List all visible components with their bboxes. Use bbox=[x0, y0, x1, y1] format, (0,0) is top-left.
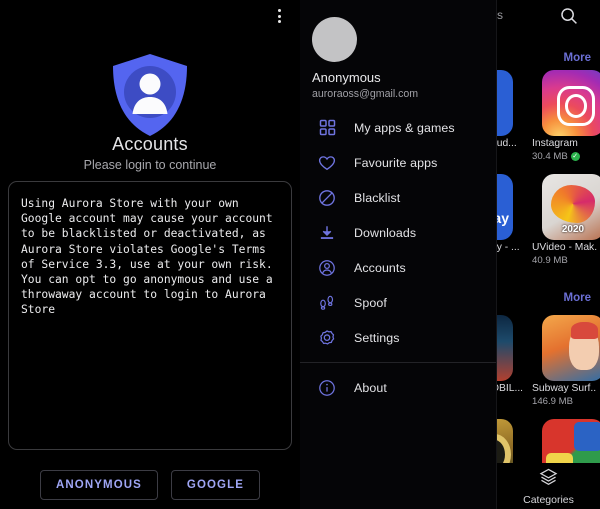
avatar[interactable] bbox=[312, 17, 357, 62]
drawer-divider bbox=[300, 362, 496, 363]
drawer-item-label: About bbox=[354, 380, 387, 395]
bottom-nav-categories[interactable]: Categories bbox=[497, 463, 600, 509]
app-art-text: ay bbox=[497, 210, 509, 226]
drawer-item-label: Blacklist bbox=[354, 190, 401, 205]
store-topbar-title: s bbox=[497, 8, 503, 22]
app-art-text: 2020 bbox=[561, 224, 585, 235]
anonymous-button[interactable]: ANONYMOUS bbox=[39, 470, 158, 500]
app-icon[interactable]: 2020 bbox=[542, 174, 600, 240]
app-size: 40.9 MB bbox=[532, 255, 597, 266]
drawer-item-label: Accounts bbox=[354, 260, 406, 275]
drawer-item-my-apps-games[interactable]: My apps & games bbox=[300, 110, 496, 145]
navigation-drawer: Anonymous auroraoss@gmail.com My apps & … bbox=[300, 0, 497, 509]
app-meta: Subway Surf.. 146.9 MB bbox=[532, 383, 596, 407]
accounts-login-panel: Accounts Please login to continue Using … bbox=[0, 0, 300, 509]
app-icon[interactable]: ay bbox=[497, 174, 513, 240]
drawer-item-accounts[interactable]: Accounts bbox=[300, 250, 496, 285]
drawer-item-label: Spoof bbox=[354, 295, 387, 310]
drawer-item-downloads[interactable]: Downloads bbox=[300, 215, 496, 250]
bottom-nav-label: Categories bbox=[523, 493, 574, 506]
drawer-item-favourite-apps[interactable]: Favourite apps bbox=[300, 145, 496, 180]
app-size-label: 30.4 MB bbox=[532, 151, 568, 162]
drawer-menu: My apps & games Favourite apps Blacklist… bbox=[300, 110, 496, 405]
more-link[interactable]: More bbox=[564, 52, 591, 64]
overflow-dot bbox=[277, 14, 281, 18]
more-link[interactable]: More bbox=[564, 292, 591, 304]
app-icon[interactable] bbox=[497, 315, 513, 381]
app-size-label: 40.9 MB bbox=[532, 255, 568, 266]
drawer-item-label: Settings bbox=[354, 330, 400, 345]
login-actions: ANONYMOUS GOOGLE bbox=[0, 470, 300, 500]
drawer-item-spoof[interactable]: Spoof bbox=[300, 285, 496, 320]
warning-text: Using Aurora Store with your own Google … bbox=[21, 197, 280, 317]
google-button[interactable]: GOOGLE bbox=[170, 470, 260, 500]
search-icon[interactable] bbox=[559, 6, 579, 26]
app-icon[interactable] bbox=[497, 70, 513, 136]
app-size: 30.4 MB ✓ bbox=[532, 151, 580, 162]
download-icon bbox=[316, 222, 338, 244]
layers-categories-icon bbox=[539, 467, 558, 491]
app-name: Subway Surf.. bbox=[532, 383, 597, 394]
store-content-panel: s More oud... Instagram bbox=[497, 0, 600, 509]
app-meta: UVideo - Mak. 40.9 MB bbox=[532, 242, 597, 266]
store-topbar: s bbox=[497, 0, 600, 32]
app-name: UVideo - Mak. bbox=[532, 242, 598, 253]
login-subtitle: Please login to continue bbox=[83, 158, 217, 172]
app-row: OBIL... Subway Surf.. 146.9 MB bbox=[497, 315, 600, 419]
account-circle-icon bbox=[316, 257, 338, 279]
app-name: Instagram bbox=[532, 138, 578, 149]
drawer-item-blacklist[interactable]: Blacklist bbox=[300, 180, 496, 215]
block-circle-icon bbox=[316, 187, 338, 209]
more-vertical-icon[interactable] bbox=[267, 3, 291, 29]
app-name: OBIL... bbox=[497, 383, 524, 394]
app-row: ay 2020 ay - ... ) UVideo - Mak. 40.9 MB bbox=[497, 174, 600, 278]
app-screen: Accounts Please login to continue Using … bbox=[0, 0, 600, 509]
drawer-item-label: Downloads bbox=[354, 225, 417, 240]
drawer-item-label: Favourite apps bbox=[354, 155, 438, 170]
heart-icon bbox=[316, 152, 338, 174]
app-meta: ay - ... ) bbox=[497, 242, 520, 266]
app-size: ) bbox=[497, 255, 520, 266]
info-circle-icon bbox=[316, 377, 338, 399]
drawer-item-about[interactable]: About bbox=[300, 370, 496, 405]
account-shield-icon bbox=[109, 52, 191, 138]
warning-textbox: Using Aurora Store with your own Google … bbox=[8, 181, 292, 450]
grid-apps-icon bbox=[316, 117, 338, 139]
drawer-email: auroraoss@gmail.com bbox=[312, 88, 419, 100]
app-icon[interactable] bbox=[542, 315, 600, 381]
app-size: 146.9 MB bbox=[532, 396, 596, 407]
app-meta: oud... bbox=[497, 138, 517, 149]
app-name: oud... bbox=[497, 138, 517, 149]
drawer-item-label: My apps & games bbox=[354, 120, 455, 135]
drawer-username: Anonymous bbox=[312, 70, 381, 85]
verified-badge-icon: ✓ bbox=[570, 152, 580, 161]
app-icon[interactable] bbox=[542, 70, 600, 136]
gear-icon bbox=[316, 327, 338, 349]
page-title: Accounts bbox=[112, 134, 188, 154]
spoof-footprints-icon bbox=[316, 292, 338, 314]
drawer-item-settings[interactable]: Settings bbox=[300, 320, 496, 355]
app-row: oud... Instagram 30.4 MB ✓ bbox=[497, 70, 600, 174]
app-name: ay - ... bbox=[497, 242, 520, 253]
overflow-dot bbox=[277, 20, 281, 23]
overflow-dot bbox=[277, 9, 281, 12]
app-size-label: 146.9 MB bbox=[532, 396, 574, 407]
app-meta: OBIL... bbox=[497, 383, 523, 394]
app-meta: Instagram 30.4 MB ✓ bbox=[532, 138, 580, 162]
